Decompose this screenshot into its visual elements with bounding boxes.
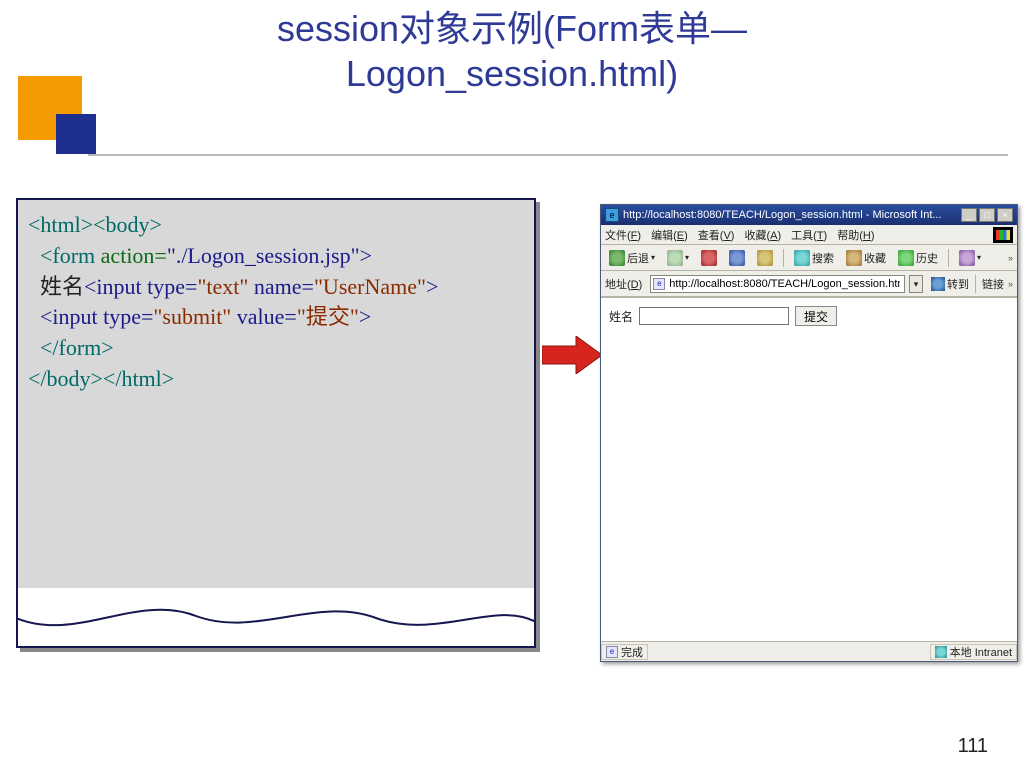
status-bar: e 完成 本地 Intranet bbox=[601, 641, 1017, 661]
menu-bar: 文件(F) 编辑(E) 查看(V) 收藏(A) 工具(T) 帮助(H) bbox=[601, 225, 1017, 245]
toolbar-separator bbox=[948, 249, 949, 267]
toolbar-overflow[interactable]: » bbox=[1008, 253, 1013, 263]
status-done: e 完成 bbox=[601, 644, 648, 660]
code-l3b: <input type= bbox=[84, 274, 197, 299]
browser-window: e http://localhost:8080/TEACH/Logon_sess… bbox=[600, 204, 1018, 662]
search-button[interactable]: 搜索 bbox=[790, 248, 838, 268]
favorites-icon bbox=[846, 250, 862, 266]
code-l2b: action= bbox=[101, 243, 167, 268]
page-icon: e bbox=[653, 278, 665, 290]
slide-title: session对象示例(Form表单— Logon_session.html) bbox=[0, 6, 1024, 96]
code-l4e: > bbox=[359, 304, 371, 329]
status-done-text: 完成 bbox=[621, 644, 643, 660]
code-l1: <html><body> bbox=[28, 212, 162, 237]
mail-button[interactable]: ▾ bbox=[955, 248, 985, 268]
history-label: 历史 bbox=[916, 250, 938, 266]
close-button[interactable]: × bbox=[997, 208, 1013, 222]
page-number: 111 bbox=[958, 735, 988, 758]
address-input[interactable] bbox=[667, 277, 902, 291]
menu-view[interactable]: 查看(V) bbox=[698, 227, 735, 243]
code-l2c: "./Logon_session.jsp"> bbox=[167, 243, 372, 268]
go-label: 转到 bbox=[947, 276, 969, 292]
forward-button[interactable]: ▾ bbox=[663, 248, 693, 268]
menu-favorites[interactable]: 收藏(A) bbox=[744, 227, 781, 243]
title-line-2: Logon_session.html) bbox=[346, 53, 678, 94]
username-input[interactable] bbox=[639, 307, 789, 325]
addr-separator bbox=[975, 275, 976, 293]
zone-icon bbox=[935, 646, 947, 658]
code-l4d: "提交" bbox=[297, 304, 359, 329]
stop-button[interactable] bbox=[697, 248, 721, 268]
submit-button[interactable]: 提交 bbox=[795, 306, 837, 326]
code-l3f: > bbox=[426, 274, 438, 299]
search-label: 搜索 bbox=[812, 250, 834, 266]
done-page-icon: e bbox=[606, 646, 618, 658]
go-icon bbox=[931, 277, 945, 291]
code-l5: </form> bbox=[40, 335, 114, 360]
menu-file[interactable]: 文件(F) bbox=[605, 227, 641, 243]
minimize-button[interactable]: _ bbox=[961, 208, 977, 222]
toolbar: 后退▾ ▾ 搜索 收藏 历史 ▾ » bbox=[601, 245, 1017, 271]
window-titlebar: e http://localhost:8080/TEACH/Logon_sess… bbox=[601, 205, 1017, 225]
stop-icon bbox=[701, 250, 717, 266]
back-icon bbox=[609, 250, 625, 266]
status-zone: 本地 Intranet bbox=[930, 644, 1017, 660]
status-zone-text: 本地 Intranet bbox=[950, 644, 1012, 660]
code-l2a: <form bbox=[40, 243, 101, 268]
window-title: http://localhost:8080/TEACH/Logon_sessio… bbox=[623, 209, 961, 221]
decoration-horizontal-line bbox=[88, 154, 1008, 156]
title-line-1: session对象示例(Form表单— bbox=[277, 8, 747, 49]
refresh-icon bbox=[729, 250, 745, 266]
form-label-name: 姓名 bbox=[609, 308, 633, 325]
code-l3d: name= bbox=[248, 274, 314, 299]
code-l3a: 姓名 bbox=[40, 274, 84, 299]
arrow-icon bbox=[542, 336, 602, 374]
code-l4a: <input type= bbox=[40, 304, 153, 329]
home-button[interactable] bbox=[753, 248, 777, 268]
decoration-blue-square bbox=[56, 114, 96, 154]
maximize-button[interactable]: □ bbox=[979, 208, 995, 222]
ie-icon: e bbox=[605, 208, 619, 222]
address-bar: 地址(D) e ▾ 转到 链接 » bbox=[601, 271, 1017, 297]
refresh-button[interactable] bbox=[725, 248, 749, 268]
back-label: 后退 bbox=[627, 250, 649, 266]
code-l6: </body></html> bbox=[28, 366, 174, 391]
favorites-button[interactable]: 收藏 bbox=[842, 248, 890, 268]
code-panel: <html><body> <form action="./Logon_sessi… bbox=[16, 198, 536, 648]
code-l3c: "text" bbox=[197, 274, 248, 299]
address-label: 地址(D) bbox=[605, 276, 642, 292]
addr-overflow[interactable]: » bbox=[1008, 279, 1013, 289]
menu-help[interactable]: 帮助(H) bbox=[837, 227, 874, 243]
search-icon bbox=[794, 250, 810, 266]
history-icon bbox=[898, 250, 914, 266]
address-dropdown[interactable]: ▾ bbox=[909, 275, 923, 293]
page-content: 姓名 提交 bbox=[601, 297, 1017, 641]
home-icon bbox=[757, 250, 773, 266]
windows-logo-icon bbox=[993, 227, 1013, 243]
back-button[interactable]: 后退▾ bbox=[605, 248, 659, 268]
mail-icon bbox=[959, 250, 975, 266]
code-l3e: "UserName" bbox=[314, 274, 426, 299]
forward-icon bbox=[667, 250, 683, 266]
history-button[interactable]: 历史 bbox=[894, 248, 942, 268]
code-l4c: value= bbox=[231, 304, 297, 329]
menu-tools[interactable]: 工具(T) bbox=[791, 227, 827, 243]
favorites-label: 收藏 bbox=[864, 250, 886, 266]
go-button[interactable]: 转到 bbox=[931, 276, 969, 292]
menu-edit[interactable]: 编辑(E) bbox=[651, 227, 688, 243]
torn-edge bbox=[16, 588, 536, 648]
links-label[interactable]: 链接 bbox=[982, 276, 1004, 292]
address-field-wrap: e bbox=[650, 275, 905, 293]
toolbar-separator bbox=[783, 249, 784, 267]
code-l4b: "submit" bbox=[153, 304, 231, 329]
